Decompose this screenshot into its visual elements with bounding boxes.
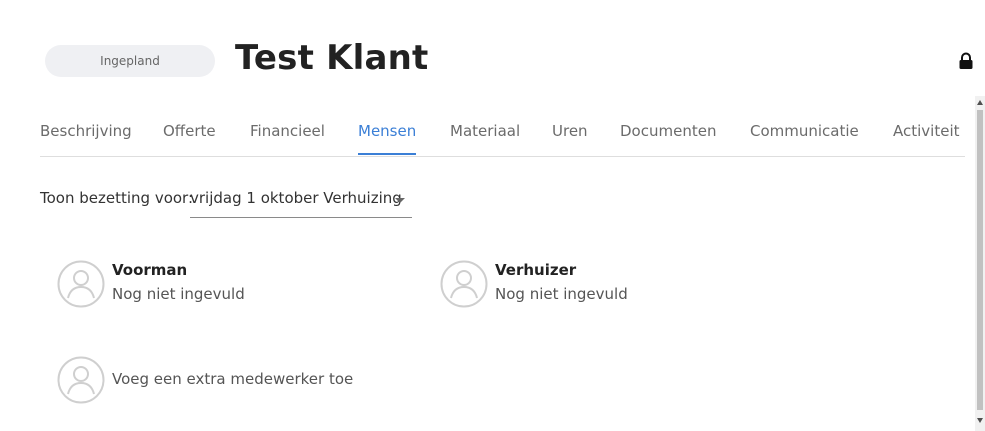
vertical-scrollbar[interactable] [975,96,985,431]
page-title: Test Klant [235,38,429,78]
tab-bar: Beschrijving Offerte Financieel Mensen M… [40,112,965,157]
person-role: Voorman [112,261,188,279]
scroll-up-arrow-icon[interactable] [977,100,983,105]
tab-communicatie[interactable]: Communicatie [750,122,859,140]
filter-label: Toon bezetting voor: [40,189,194,207]
tab-documenten[interactable]: Documenten [620,122,716,140]
tab-activiteit[interactable]: Activiteit [893,122,960,140]
scrollbar-thumb[interactable] [977,110,983,410]
person-slot-voorman[interactable]: Voorman Nog niet ingevuld [57,260,357,310]
scroll-down-arrow-icon[interactable] [977,418,983,423]
person-slot-verhuizer[interactable]: Verhuizer Nog niet ingevuld [440,260,740,310]
person-status: Nog niet ingevuld [495,285,628,303]
avatar-placeholder-icon [57,260,105,308]
status-badge: Ingepland [45,45,215,77]
tab-uren[interactable]: Uren [552,122,588,140]
avatar-placeholder-icon [440,260,488,308]
avatar-placeholder-icon [57,356,105,404]
tab-beschrijving[interactable]: Beschrijving [40,122,132,140]
add-employee-label: Voeg een extra medewerker toe [112,370,354,388]
lock-icon[interactable] [958,52,974,70]
add-employee-button[interactable]: Voeg een extra medewerker toe [57,356,377,406]
date-select[interactable]: vrijdag 1 oktober Verhuizing [190,184,412,218]
tab-mensen[interactable]: Mensen [358,122,417,155]
tab-financieel[interactable]: Financieel [250,122,325,140]
tab-offerte[interactable]: Offerte [163,122,216,140]
tab-materiaal[interactable]: Materiaal [450,122,520,140]
date-select-value: vrijdag 1 oktober Verhuizing [190,189,402,207]
person-status: Nog niet ingevuld [112,285,245,303]
person-role: Verhuizer [495,261,577,279]
caret-down-icon [395,198,405,203]
